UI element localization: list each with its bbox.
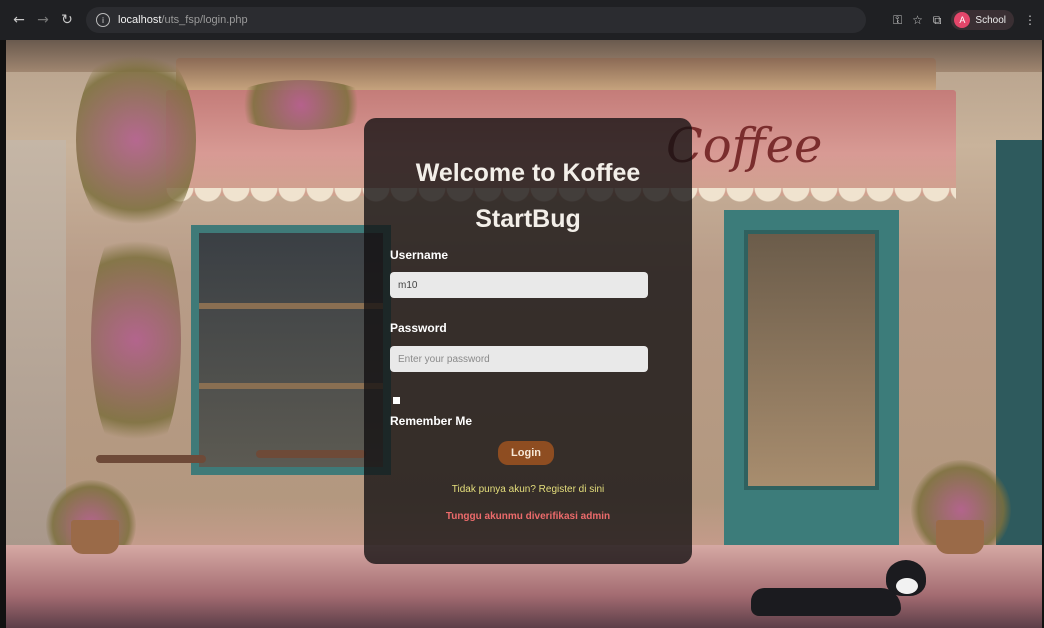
menu-dots-icon[interactable]: ⋮ [1024, 13, 1036, 27]
flower-vine [91, 210, 181, 470]
url-path: /uts_fsp/login.php [161, 14, 248, 26]
cat-body [751, 588, 901, 616]
password-key-icon[interactable]: ⚿ [893, 13, 902, 28]
cafe-table [256, 450, 366, 458]
username-field[interactable] [390, 272, 648, 298]
title-line-2: StartBug [475, 205, 581, 233]
register-link[interactable]: Tidak punya akun? Register di sini [364, 484, 692, 495]
remember-me-checkbox[interactable] [393, 397, 400, 404]
window-shelf [199, 303, 383, 309]
toolbar-actions: ⚿ ☆ ⧉ A School ⋮ [893, 10, 1036, 30]
back-arrow-icon[interactable]: ← [8, 9, 30, 31]
password-label: Password [390, 321, 447, 335]
verification-notice: Tunggu akunmu diverifikasi admin [445, 511, 611, 522]
url-host: localhost [118, 14, 162, 26]
bookmark-star-icon[interactable]: ☆ [912, 13, 923, 27]
site-info-icon[interactable]: i [96, 13, 110, 27]
cafe-table [96, 455, 206, 463]
page-title: Welcome to Koffee StartBug [364, 150, 692, 242]
extensions-puzzle-icon[interactable]: ⧉ [933, 13, 942, 28]
cat-face [896, 578, 918, 594]
flower-pot [936, 520, 984, 554]
flower-pot [71, 520, 119, 554]
profile-label: School [975, 14, 1006, 26]
remember-me-label: Remember Me [390, 414, 473, 428]
password-field[interactable] [390, 346, 648, 372]
title-line-1: Welcome to Koffee [415, 159, 641, 187]
forward-arrow-icon[interactable]: → [32, 9, 54, 31]
avatar: A [954, 12, 971, 28]
username-label: Username [390, 248, 449, 262]
browser-toolbar: ← → ↻ i localhost/uts_fsp/login.php ⚿ ☆ … [0, 0, 1044, 40]
profile-button[interactable]: A School [951, 10, 1014, 30]
flower-vine [226, 80, 376, 130]
login-button[interactable]: Login [498, 441, 554, 465]
login-card: Welcome to Koffee StartBug Username Pass… [364, 118, 692, 564]
address-bar[interactable]: i localhost/uts_fsp/login.php [86, 7, 866, 33]
window-shelf [199, 383, 383, 389]
shop-window-left [191, 225, 391, 475]
shop-door-glass [744, 230, 879, 490]
reload-icon[interactable]: ↻ [56, 9, 78, 31]
